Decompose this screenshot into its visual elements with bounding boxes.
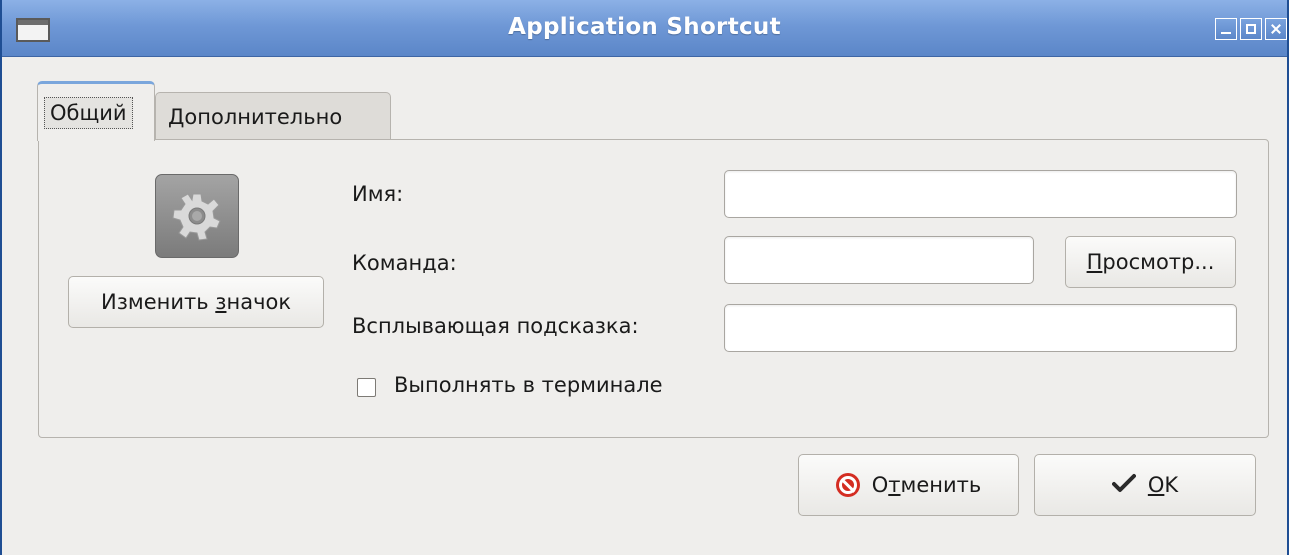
tab-advanced-label: Дополнительно (168, 104, 343, 129)
ok-button[interactable]: OK (1034, 454, 1256, 516)
change-icon-label-rest: начок (226, 290, 292, 314)
window-title: Application Shortcut (508, 14, 781, 40)
tab-general[interactable]: Общий (37, 81, 155, 141)
browse-mnemonic: П (1086, 250, 1103, 274)
change-icon-button[interactable]: Изменить з начок (68, 276, 324, 328)
name-label: Имя: (352, 182, 404, 206)
change-icon-label-part: Изменить (100, 290, 216, 314)
name-input[interactable] (724, 170, 1237, 218)
maximize-button[interactable] (1240, 18, 1262, 40)
change-icon-mnemonic: з (215, 290, 227, 314)
ok-label-rest: K (1164, 473, 1179, 497)
minimize-button[interactable] (1215, 18, 1237, 40)
cancel-icon (835, 473, 860, 497)
dialog-window: Application Shortcut Общий Дополнительно… (0, 0, 1289, 555)
close-button[interactable] (1265, 18, 1287, 40)
tooltip-label: Всплывающая подсказка: (352, 314, 639, 338)
checkmark-icon (1111, 473, 1136, 498)
tab-general-label: Общий (44, 96, 133, 129)
run-in-terminal-label[interactable]: Выполнять в терминале (394, 373, 663, 397)
cancel-label-part: О (871, 473, 889, 497)
cancel-mnemonic: т (888, 473, 901, 497)
tab-advanced[interactable]: Дополнительно (155, 92, 391, 140)
gear-icon (155, 174, 239, 258)
run-in-terminal-checkbox[interactable] (357, 378, 376, 397)
tooltip-input[interactable] (724, 304, 1237, 352)
browse-label-rest: росмотр... (1102, 250, 1215, 274)
cancel-label-rest: менить (900, 473, 982, 497)
command-label: Команда: (352, 251, 457, 275)
title-bar[interactable]: Application Shortcut (2, 0, 1287, 57)
browse-button[interactable]: Просмотр... (1065, 236, 1236, 288)
command-input[interactable] (724, 236, 1034, 284)
ok-mnemonic: O (1147, 473, 1165, 497)
cancel-button[interactable]: От менить (798, 454, 1019, 516)
